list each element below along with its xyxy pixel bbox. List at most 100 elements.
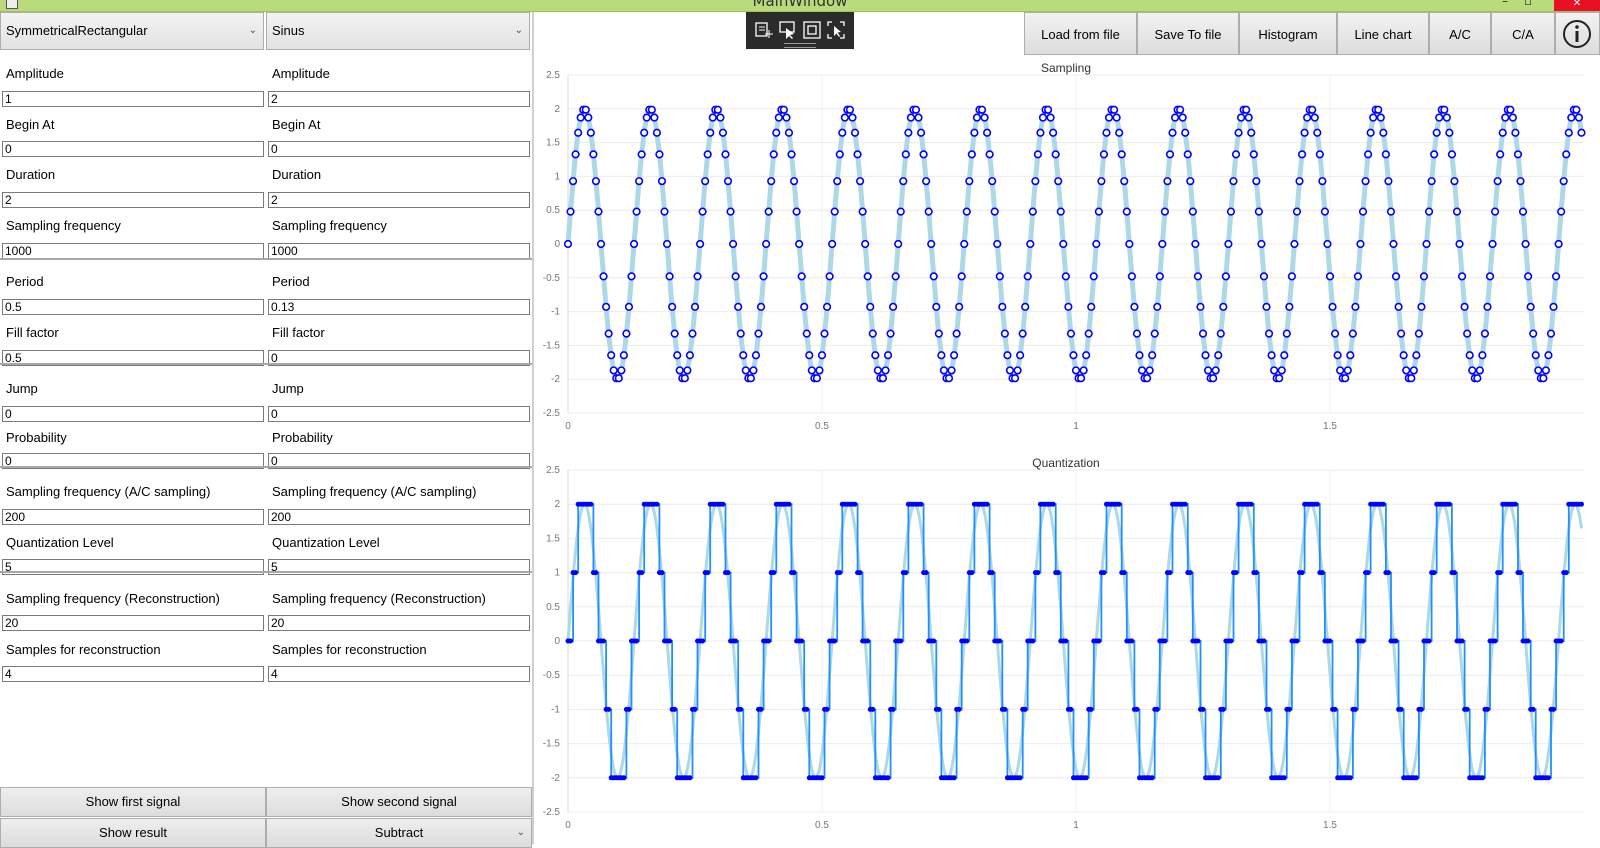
sample-point [1564,128,1573,137]
first-duration-input[interactable]: 2 [2,192,264,208]
quantized-point [969,570,975,576]
second-sampling-frequency-reconstruction-input[interactable]: 20 [268,615,530,631]
sample-point [1435,113,1444,122]
sample-point [1003,351,1012,360]
close-icon[interactable]: ✕ [1554,0,1600,11]
live-visual-tree-icon[interactable] [754,20,774,40]
sample-point [1419,272,1429,281]
first-sampling-frequency-reconstruction-input[interactable]: 20 [2,615,264,631]
sample-point [1087,302,1096,311]
second-duration-input[interactable]: 2 [268,192,530,208]
sample-point [873,366,882,375]
sampling-frequency-reconstruction-label: Sampling frequency (Reconstruction) [272,591,486,606]
window-title: MainWindow [752,0,848,10]
sample-point [853,150,862,159]
sample-point [1145,366,1154,375]
second-amplitude-input[interactable]: 2 [268,91,530,107]
quantized-point [1517,570,1523,576]
quantized-point [885,775,891,781]
sample-point [1137,366,1147,375]
x-tick-label: 0.5 [815,820,829,831]
sample-point [640,128,649,137]
sample-point [1381,150,1390,159]
y-tick-label: -1 [551,704,560,715]
sample-point [1318,177,1327,186]
sample-point [563,239,573,249]
first-samples-for-reconstruction-input[interactable]: 4 [2,666,264,682]
first-jump-input[interactable]: 0 [2,406,264,422]
second-period-input[interactable]: 0.13 [268,299,530,315]
first-signal-type-select[interactable]: SymmetricalRectangular ⌄ [0,12,264,50]
display-layout-adorners-icon[interactable] [802,20,822,40]
sample-point [1089,272,1098,281]
sample-point [568,177,578,186]
quantized-point [956,706,962,712]
sample-point [995,272,1004,281]
second-begin-at-input[interactable]: 0 [268,141,530,157]
sample-point [749,366,758,375]
quantized-point [593,570,599,576]
sample-point [955,302,964,311]
sample-point [701,177,710,186]
sample-point [1201,351,1210,360]
track-focus-icon[interactable] [826,20,846,40]
sample-point [784,128,794,137]
sample-point [1541,366,1551,375]
minimize-icon[interactable]: – [1502,0,1508,8]
sample-point [1343,366,1352,375]
sample-point [911,105,921,114]
save-to-file-button[interactable]: Save To file [1137,12,1239,55]
sample-point [1122,207,1131,216]
sample-point [690,302,700,311]
sample-point [1508,113,1517,122]
info-button[interactable] [1555,12,1600,55]
begin-at-label: Begin At [272,117,321,132]
y-tick-label: 2 [554,104,560,115]
first-period-input[interactable]: 0.5 [2,299,264,315]
quantized-point [1327,638,1333,644]
window-title-bar[interactable]: MainWindow – ▫ ✕ [0,0,1600,12]
toolbar-grip[interactable] [784,43,816,48]
amplitude-label: Amplitude [6,66,64,81]
second-sampling-frequency-input[interactable]: 1000 [268,243,530,259]
sample-point [1186,177,1195,186]
quantized-point [588,501,594,507]
sample-point [764,207,773,216]
maximize-icon[interactable]: ▫ [1524,0,1532,8]
sample-point [731,272,740,281]
first-sampling-frequency-input[interactable]: 1000 [2,243,264,259]
x-tick-label: 0 [565,421,571,432]
select-element-icon[interactable] [778,20,798,40]
sample-point [1038,113,1048,122]
quantization-chart[interactable]: Quantization 2.5 2 1.5 1 0.5 0 -0.5 -1 -1.5 -2 -2.5… [534,450,1600,844]
sample-point [1292,207,1302,216]
second-samples-for-reconstruction-input[interactable]: 4 [268,666,530,682]
sample-point [695,239,705,249]
samples-for-reconstruction-label: Samples for reconstruction [6,642,161,657]
sample-point [772,128,781,137]
first-sampling-frequency-a-c-sampling-input[interactable]: 200 [2,509,264,525]
histogram-button[interactable]: Histogram [1239,12,1337,55]
load-from-file-button[interactable]: Load from file [1024,12,1137,55]
sample-point [939,366,949,375]
second-signal-type-select[interactable]: Sinus ⌄ [266,12,530,50]
sample-point [1310,113,1319,122]
sample-point [1323,239,1332,249]
ac-button[interactable]: A/C [1429,12,1491,55]
show-second-signal-button[interactable]: Show second signal [266,787,532,817]
line-chart-button[interactable]: Line chart [1337,12,1429,55]
section-divider [266,571,532,573]
sampling-chart[interactable]: Sampling 2.5 2 1.5 1 0.5 0 -0.5 -1 -1.5 -2 -2.5 0 0.5… [534,55,1600,445]
first-begin-at-input[interactable]: 0 [2,141,264,157]
quantized-point [1431,570,1437,576]
second-jump-input[interactable]: 0 [268,406,530,422]
sample-point [1422,239,1431,249]
first-amplitude-input[interactable]: 1 [2,91,264,107]
ca-button[interactable]: C/A [1491,12,1555,55]
sample-point [1330,329,1340,338]
show-first-signal-button[interactable]: Show first signal [0,787,266,817]
sample-point [642,113,651,122]
quantized-point [621,775,627,781]
second-sampling-frequency-a-c-sampling-input[interactable]: 200 [268,509,530,525]
quantized-point [758,706,764,712]
